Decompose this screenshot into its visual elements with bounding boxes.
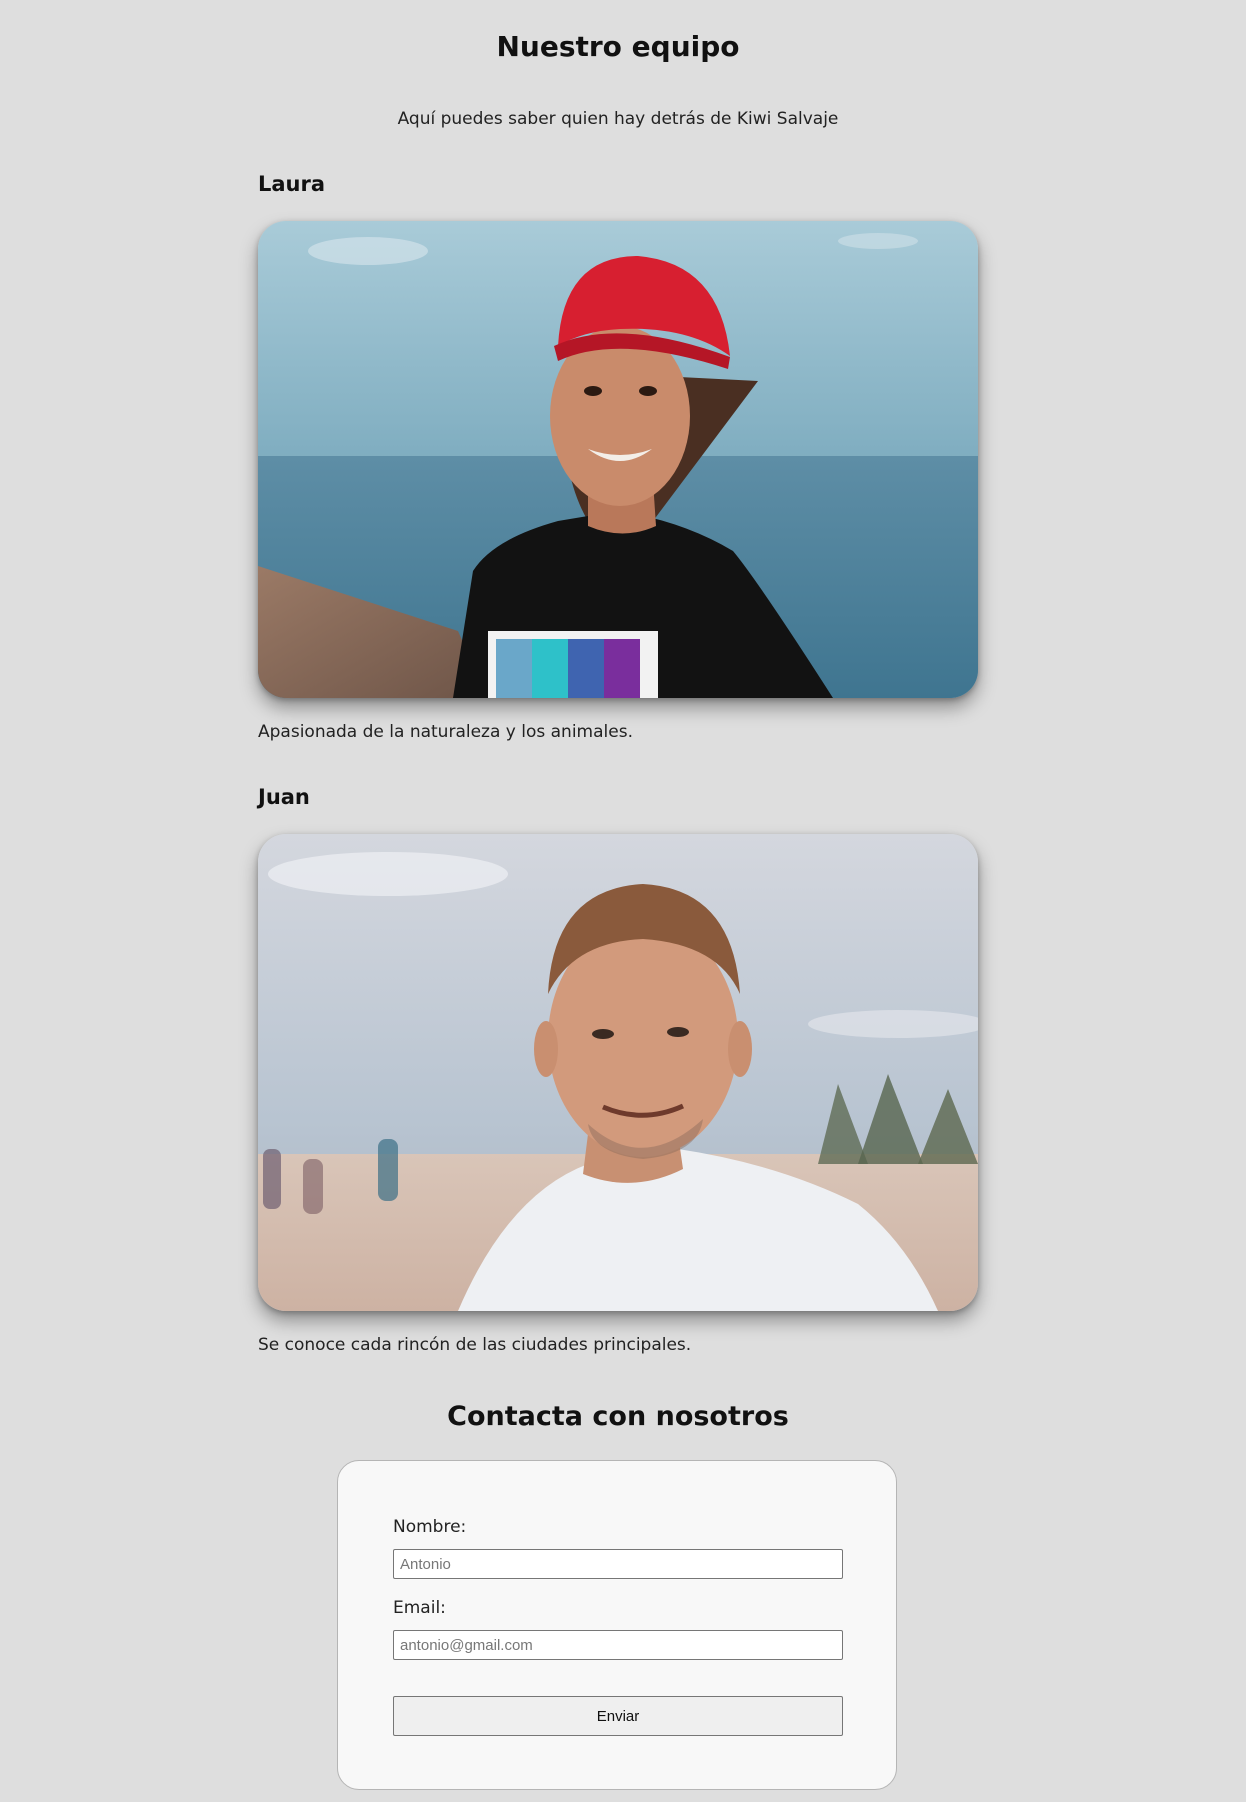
member-desc-laura: Apasionada de la naturaleza y los animal… <box>258 722 633 742</box>
name-field[interactable] <box>393 1549 843 1579</box>
member-photo-laura <box>258 221 978 698</box>
member-desc-juan: Se conoce cada rincón de las ciudades pr… <box>258 1335 692 1355</box>
email-field[interactable] <box>393 1630 843 1660</box>
contact-title: Contacta con nosotros <box>447 1401 789 1432</box>
page-title: Nuestro equipo <box>496 30 740 63</box>
page-subtitle: Aquí puedes saber quien hay detrás de Ki… <box>397 109 839 129</box>
member-name-juan: Juan <box>258 785 310 809</box>
contact-form: Nombre: Email: Enviar <box>337 1460 897 1790</box>
member-photo-juan <box>258 834 978 1311</box>
member-name-laura: Laura <box>258 172 326 196</box>
email-label: Email: <box>393 1598 446 1618</box>
name-label: Nombre: <box>393 1517 467 1537</box>
submit-button[interactable]: Enviar <box>393 1696 843 1736</box>
